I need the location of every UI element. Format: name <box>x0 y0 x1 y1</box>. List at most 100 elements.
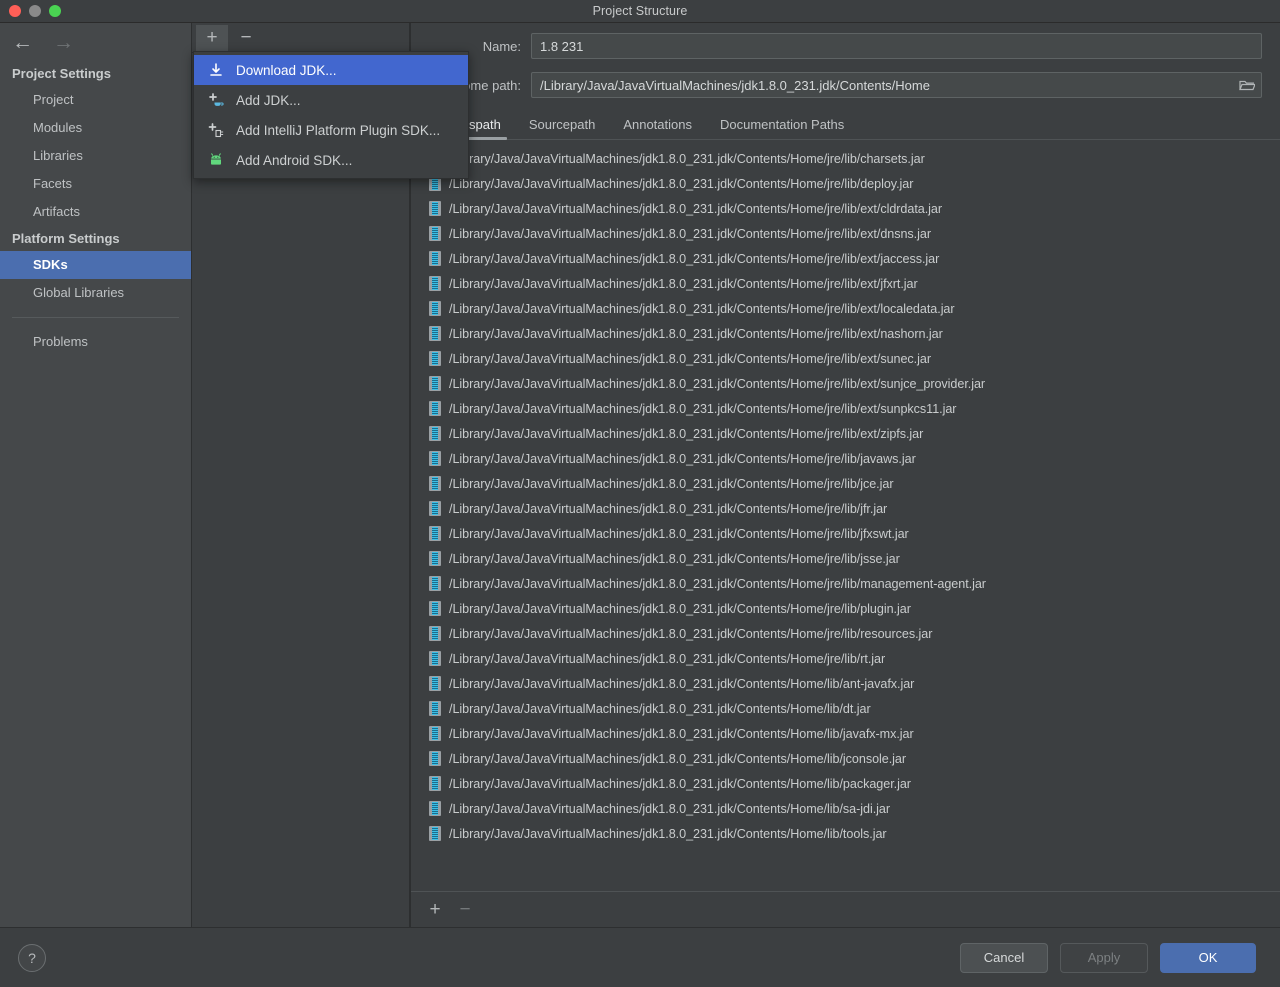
classpath-entry-row[interactable]: /Library/Java/JavaVirtualMachines/jdk1.8… <box>429 146 1280 171</box>
sidebar-item-sdks[interactable]: SDKs <box>0 251 191 279</box>
classpath-entry-path: /Library/Java/JavaVirtualMachines/jdk1.8… <box>449 776 911 791</box>
classpath-entry-row[interactable]: /Library/Java/JavaVirtualMachines/jdk1.8… <box>429 571 1280 596</box>
classpath-entry-row[interactable]: /Library/Java/JavaVirtualMachines/jdk1.8… <box>429 346 1280 371</box>
sidebar-item-modules[interactable]: Modules <box>0 114 191 142</box>
folder-icon[interactable] <box>1239 79 1256 92</box>
classpath-entry-path: /Library/Java/JavaVirtualMachines/jdk1.8… <box>449 676 915 691</box>
sidebar-item-global-libraries[interactable]: Global Libraries <box>0 279 191 307</box>
remove-sdk-button[interactable]: − <box>230 25 262 51</box>
sidebar-item-problems[interactable]: Problems <box>0 328 191 356</box>
cancel-button[interactable]: Cancel <box>960 942 1048 973</box>
classpath-entry-row[interactable]: /Library/Java/JavaVirtualMachines/jdk1.8… <box>429 796 1280 821</box>
jar-file-icon <box>429 751 441 766</box>
sdk-list[interactable] <box>192 53 409 927</box>
sidebar-item-facets[interactable]: Facets <box>0 170 191 198</box>
classpath-entry-path: /Library/Java/JavaVirtualMachines/jdk1.8… <box>449 751 907 766</box>
classpath-entry-row[interactable]: /Library/Java/JavaVirtualMachines/jdk1.8… <box>429 296 1280 321</box>
jar-file-icon <box>429 576 441 591</box>
back-arrow-icon[interactable]: ← <box>12 32 33 53</box>
classpath-entry-path: /Library/Java/JavaVirtualMachines/jdk1.8… <box>449 651 886 666</box>
classpath-entry-row[interactable]: /Library/Java/JavaVirtualMachines/jdk1.8… <box>429 471 1280 496</box>
classpath-entry-row[interactable]: /Library/Java/JavaVirtualMachines/jdk1.8… <box>429 746 1280 771</box>
classpath-entry-row[interactable]: /Library/Java/JavaVirtualMachines/jdk1.8… <box>429 771 1280 796</box>
classpath-entry-row[interactable]: /Library/Java/JavaVirtualMachines/jdk1.8… <box>429 596 1280 621</box>
jar-file-icon <box>429 326 441 341</box>
add-classpath-entry-button[interactable]: + <box>425 900 445 919</box>
classpath-entry-path: /Library/Java/JavaVirtualMachines/jdk1.8… <box>449 701 871 716</box>
tab-documentation-paths[interactable]: Documentation Paths <box>706 117 858 139</box>
jar-file-icon <box>429 451 441 466</box>
tab-sourcepath[interactable]: Sourcepath <box>515 117 610 139</box>
jar-file-icon <box>429 676 441 691</box>
jar-file-icon <box>429 626 441 641</box>
sidebar-item-libraries[interactable]: Libraries <box>0 142 191 170</box>
project-structure-dialog: Project Structure ← → Project Settings P… <box>0 0 1280 987</box>
jar-file-icon <box>429 501 441 516</box>
sidebar-section-heading-platform-settings: Platform Settings <box>12 231 120 246</box>
classpath-entry-row[interactable]: /Library/Java/JavaVirtualMachines/jdk1.8… <box>429 496 1280 521</box>
classpath-entry-row[interactable]: /Library/Java/JavaVirtualMachines/jdk1.8… <box>429 421 1280 446</box>
jar-file-icon <box>429 301 441 316</box>
classpath-entry-row[interactable]: /Library/Java/JavaVirtualMachines/jdk1.8… <box>429 671 1280 696</box>
menu-item-add-intellij-platform-plugin-sdk[interactable]: Add IntelliJ Platform Plugin SDK... <box>194 115 468 145</box>
classpath-entry-row[interactable]: /Library/Java/JavaVirtualMachines/jdk1.8… <box>429 521 1280 546</box>
classpath-entry-path: /Library/Java/JavaVirtualMachines/jdk1.8… <box>449 626 933 641</box>
settings-sidebar: ← → Project Settings Project Modules Lib… <box>0 23 192 927</box>
jar-file-icon <box>429 776 441 791</box>
classpath-entry-row[interactable]: /Library/Java/JavaVirtualMachines/jdk1.8… <box>429 246 1280 271</box>
sdk-home-path-row: JDK home path: /Library/Java/JavaVirtual… <box>411 59 1280 98</box>
classpath-entry-row[interactable]: /Library/Java/JavaVirtualMachines/jdk1.8… <box>429 446 1280 471</box>
classpath-entry-path: /Library/Java/JavaVirtualMachines/jdk1.8… <box>449 826 887 841</box>
sidebar-item-project[interactable]: Project <box>0 86 191 114</box>
classpath-entry-path: /Library/Java/JavaVirtualMachines/jdk1.8… <box>449 801 891 816</box>
help-icon[interactable]: ? <box>18 943 46 972</box>
classpath-entry-row[interactable]: /Library/Java/JavaVirtualMachines/jdk1.8… <box>429 371 1280 396</box>
jar-file-icon <box>429 251 441 266</box>
classpath-entry-row[interactable]: /Library/Java/JavaVirtualMachines/jdk1.8… <box>429 546 1280 571</box>
classpath-entry-row[interactable]: /Library/Java/JavaVirtualMachines/jdk1.8… <box>429 721 1280 746</box>
classpath-entry-list[interactable]: /Library/Java/JavaVirtualMachines/jdk1.8… <box>421 140 1280 891</box>
classpath-entry-path: /Library/Java/JavaVirtualMachines/jdk1.8… <box>449 226 931 241</box>
classpath-entry-row[interactable]: /Library/Java/JavaVirtualMachines/jdk1.8… <box>429 396 1280 421</box>
sdk-home-path-input[interactable]: /Library/Java/JavaVirtualMachines/jdk1.8… <box>531 72 1262 98</box>
sdk-name-input[interactable]: 1.8 231 <box>531 33 1262 59</box>
classpath-entry-path: /Library/Java/JavaVirtualMachines/jdk1.8… <box>449 176 914 191</box>
classpath-entry-path: /Library/Java/JavaVirtualMachines/jdk1.8… <box>449 251 940 266</box>
classpath-entry-row[interactable]: /Library/Java/JavaVirtualMachines/jdk1.8… <box>429 171 1280 196</box>
jar-file-icon <box>429 476 441 491</box>
classpath-entry-row[interactable]: /Library/Java/JavaVirtualMachines/jdk1.8… <box>429 646 1280 671</box>
sidebar-item-artifacts[interactable]: Artifacts <box>0 198 191 226</box>
remove-classpath-entry-button[interactable]: − <box>455 900 475 919</box>
classpath-entry-row[interactable]: /Library/Java/JavaVirtualMachines/jdk1.8… <box>429 696 1280 721</box>
sdk-name-row: Name: 1.8 231 <box>411 23 1280 59</box>
classpath-entry-row[interactable]: /Library/Java/JavaVirtualMachines/jdk1.8… <box>429 321 1280 346</box>
menu-item-label: Download JDK... <box>236 62 337 78</box>
classpath-entry-row[interactable]: /Library/Java/JavaVirtualMachines/jdk1.8… <box>429 196 1280 221</box>
forward-arrow-icon[interactable]: → <box>53 32 74 53</box>
classpath-entry-path: /Library/Java/JavaVirtualMachines/jdk1.8… <box>449 301 955 316</box>
apply-button[interactable]: Apply <box>1060 942 1148 973</box>
jar-file-icon <box>429 701 441 716</box>
classpath-entry-row[interactable]: /Library/Java/JavaVirtualMachines/jdk1.8… <box>429 271 1280 296</box>
classpath-entry-path: /Library/Java/JavaVirtualMachines/jdk1.8… <box>449 526 909 541</box>
android-robot-icon <box>208 152 224 168</box>
classpath-entry-path: /Library/Java/JavaVirtualMachines/jdk1.8… <box>449 276 918 291</box>
menu-item-add-android-sdk[interactable]: Add Android SDK... <box>194 145 468 175</box>
tab-annotations[interactable]: Annotations <box>609 117 706 139</box>
ok-button[interactable]: OK <box>1160 942 1256 973</box>
classpath-entry-row[interactable]: /Library/Java/JavaVirtualMachines/jdk1.8… <box>429 821 1280 846</box>
add-sdk-button[interactable]: + <box>196 24 228 51</box>
classpath-entry-row[interactable]: /Library/Java/JavaVirtualMachines/jdk1.8… <box>429 621 1280 646</box>
menu-item-download-jdk[interactable]: Download JDK... <box>194 55 468 85</box>
window-titlebar: Project Structure <box>0 0 1280 23</box>
menu-item-add-jdk[interactable]: Add JDK... <box>194 85 468 115</box>
download-icon <box>208 62 224 78</box>
classpath-entry-row[interactable]: /Library/Java/JavaVirtualMachines/jdk1.8… <box>429 221 1280 246</box>
jar-file-icon <box>429 551 441 566</box>
classpath-entry-path: /Library/Java/JavaVirtualMachines/jdk1.8… <box>449 501 888 516</box>
sdk-list-toolbar: + − <box>192 23 409 53</box>
classpath-entry-path: /Library/Java/JavaVirtualMachines/jdk1.8… <box>449 151 925 166</box>
classpath-entry-path: /Library/Java/JavaVirtualMachines/jdk1.8… <box>449 326 943 341</box>
add-plugin-sdk-icon <box>208 122 224 138</box>
dialog-body: ← → Project Settings Project Modules Lib… <box>0 23 1280 927</box>
